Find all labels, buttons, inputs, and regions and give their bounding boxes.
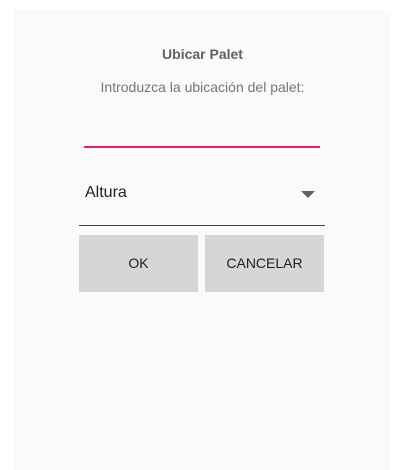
height-spinner[interactable]: Altura <box>79 164 325 226</box>
height-spinner-value: Altura <box>85 184 127 201</box>
location-input[interactable] <box>84 120 320 148</box>
dropdown-arrow-icon <box>301 191 315 198</box>
dialog-message: Introduzca la ubicación del palet: <box>100 79 305 95</box>
dialog-title: Ubicar Palet <box>162 46 243 62</box>
ok-button[interactable]: OK <box>79 235 198 292</box>
cancel-button[interactable]: CANCELAR <box>205 235 324 292</box>
ubicar-palet-dialog: Ubicar Palet Introduzca la ubicación del… <box>14 10 391 470</box>
